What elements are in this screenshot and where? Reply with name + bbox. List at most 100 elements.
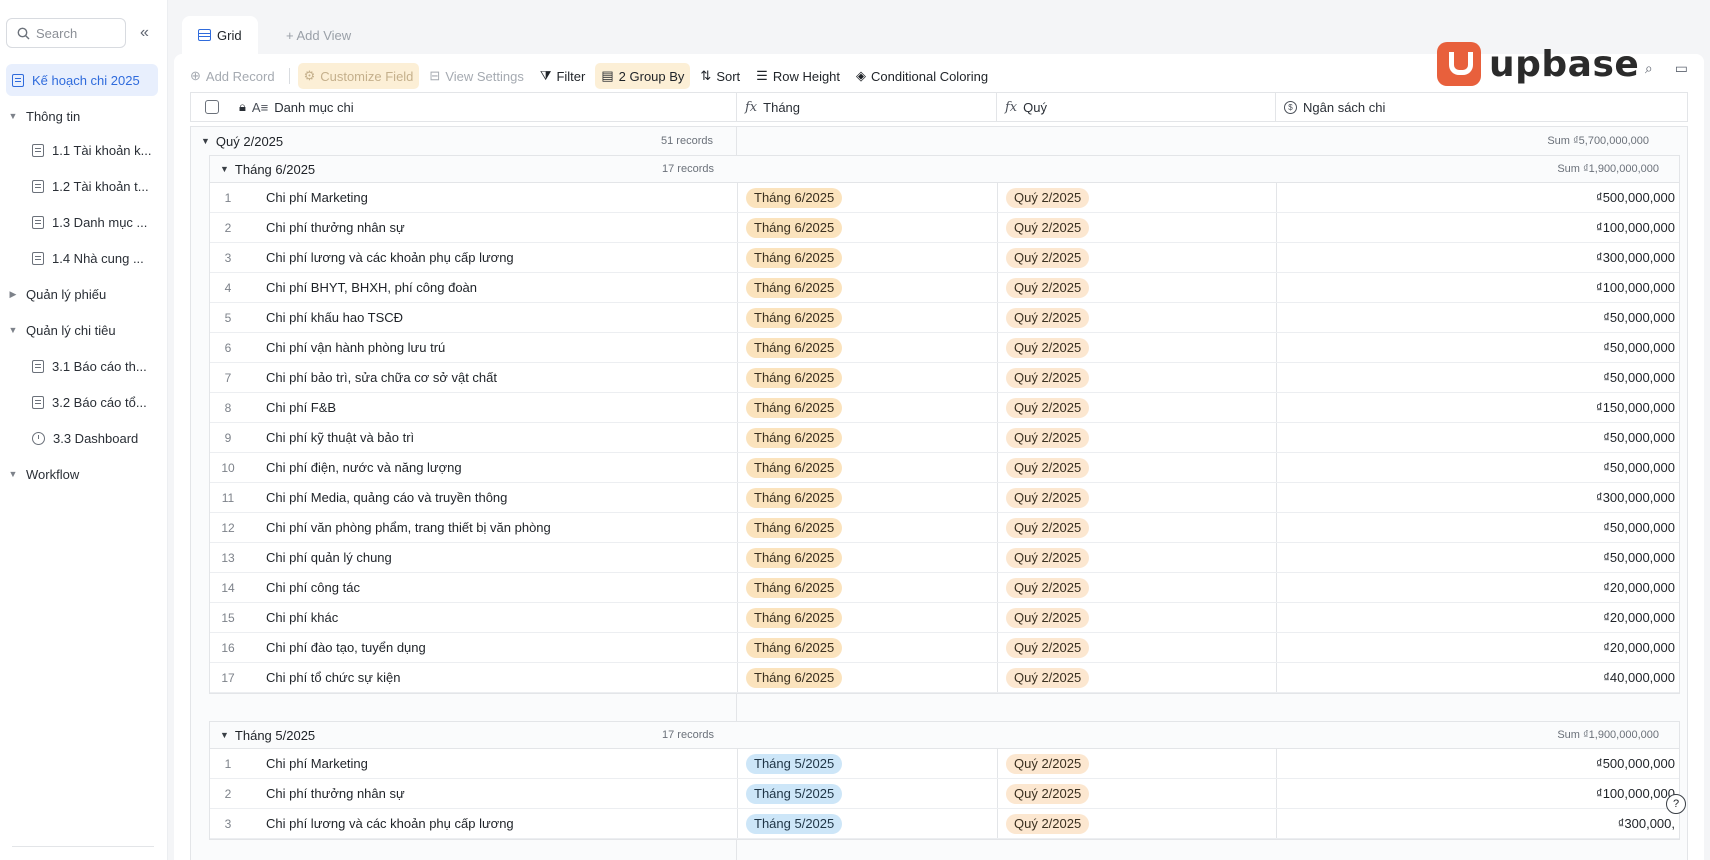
- cell-quy[interactable]: Quý 2/2025: [997, 303, 1276, 332]
- cell-thang[interactable]: Tháng 6/2025: [737, 483, 997, 512]
- cell-danh-muc-chi[interactable]: Chi phí Media, quảng cáo và truyền thông: [266, 483, 736, 512]
- cell-ngan-sach-chi[interactable]: ₫50,000,000: [1276, 513, 1681, 542]
- group-by-button[interactable]: ▤ 2 Group By: [595, 63, 691, 89]
- cell-quy[interactable]: Quý 2/2025: [997, 663, 1276, 692]
- cell-quy[interactable]: Quý 2/2025: [997, 453, 1276, 482]
- table-row[interactable]: 15 Chi phí khác Tháng 6/2025 Quý 2/2025 ₫20,…: [210, 603, 1679, 633]
- table-row[interactable]: 3 Chi phí lương và các khoản phụ cấp lươn…: [210, 243, 1679, 273]
- add-record-button[interactable]: ⊕ Add Record: [184, 63, 281, 89]
- caret-down-icon[interactable]: ▼: [201, 136, 210, 146]
- table-row[interactable]: 11 Chi phí Media, quảng cáo và truyền thô…: [210, 483, 1679, 513]
- cell-ngan-sach-chi[interactable]: ₫50,000,000: [1276, 453, 1681, 482]
- help-button[interactable]: ?: [1666, 794, 1686, 814]
- subgroup-header[interactable]: ▼ Tháng 6/2025 17 records Sum ₫1,900,000…: [210, 156, 1679, 183]
- cell-danh-muc-chi[interactable]: Chi phí khấu hao TSCĐ: [266, 303, 736, 332]
- cell-danh-muc-chi[interactable]: Chi phí lương và các khoản phụ cấp lương: [266, 809, 736, 838]
- sidebar-item-quan-ly-phieu[interactable]: ▶ Quản lý phiếu: [6, 278, 158, 310]
- cell-thang[interactable]: Tháng 5/2025: [737, 749, 997, 778]
- cell-danh-muc-chi[interactable]: Chi phí văn phòng phẩm, trang thiết bị v…: [266, 513, 736, 542]
- sort-button[interactable]: ⇅ Sort: [694, 63, 746, 89]
- cell-danh-muc-chi[interactable]: Chi phí F&B: [266, 393, 736, 422]
- cell-ngan-sach-chi[interactable]: ₫100,000,000: [1276, 779, 1681, 808]
- cell-quy[interactable]: Quý 2/2025: [997, 243, 1276, 272]
- table-row[interactable]: 17 Chi phí tổ chức sự kiện Tháng 6/2025 Quý…: [210, 663, 1679, 693]
- cell-ngan-sach-chi[interactable]: ₫300,000,000: [1276, 483, 1681, 512]
- add-view-button[interactable]: + Add View: [286, 16, 351, 54]
- row-height-button[interactable]: ☰ Row Height: [750, 63, 846, 89]
- cell-ngan-sach-chi[interactable]: ₫500,000,000: [1276, 749, 1681, 778]
- column-header-ngan-sach-chi[interactable]: $ Ngân sách chi: [1276, 93, 1687, 121]
- cell-thang[interactable]: Tháng 6/2025: [737, 243, 997, 272]
- cell-quy[interactable]: Quý 2/2025: [997, 483, 1276, 512]
- cell-danh-muc-chi[interactable]: Chi phí kỹ thuật và bảo trì: [266, 423, 736, 452]
- cell-danh-muc-chi[interactable]: Chi phí tổ chức sự kiện: [266, 663, 736, 692]
- cell-danh-muc-chi[interactable]: Chi phí BHYT, BHXH, phí công đoàn: [266, 273, 736, 302]
- search-records-icon[interactable]: ⌕: [1645, 60, 1653, 77]
- cell-quy[interactable]: Quý 2/2025: [997, 809, 1276, 838]
- cell-ngan-sach-chi[interactable]: ₫20,000,000: [1276, 573, 1681, 602]
- group-header[interactable]: ▼ Quý 2/2025 51 records Sum ₫5,700,000,0…: [191, 127, 1687, 155]
- cell-thang[interactable]: Tháng 6/2025: [737, 603, 997, 632]
- cell-ngan-sach-chi[interactable]: ₫300,000,: [1276, 809, 1681, 838]
- cell-thang[interactable]: Tháng 6/2025: [737, 363, 997, 392]
- table-row[interactable]: 5 Chi phí khấu hao TSCĐ Tháng 6/2025 Quý 2/…: [210, 303, 1679, 333]
- cell-ngan-sach-chi[interactable]: ₫500,000,000: [1276, 183, 1681, 212]
- cell-thang[interactable]: Tháng 6/2025: [737, 633, 997, 662]
- cell-thang[interactable]: Tháng 6/2025: [737, 393, 997, 422]
- cell-ngan-sach-chi[interactable]: ₫50,000,000: [1276, 363, 1681, 392]
- cell-quy[interactable]: Quý 2/2025: [997, 423, 1276, 452]
- customize-field-button[interactable]: ⚙ Customize Field: [297, 63, 420, 89]
- cell-quy[interactable]: Quý 2/2025: [997, 273, 1276, 302]
- view-settings-button[interactable]: ⊟ View Settings: [423, 63, 529, 89]
- cell-thang[interactable]: Tháng 6/2025: [737, 663, 997, 692]
- table-row[interactable]: 8 Chi phí F&B Tháng 6/2025 Quý 2/2025 ₫150,0…: [210, 393, 1679, 423]
- cell-thang[interactable]: Tháng 6/2025: [737, 453, 997, 482]
- cell-thang[interactable]: Tháng 6/2025: [737, 183, 997, 212]
- cell-danh-muc-chi[interactable]: Chi phí bảo trì, sửa chữa cơ sở vật chất: [266, 363, 736, 392]
- cell-danh-muc-chi[interactable]: Chi phí khác: [266, 603, 736, 632]
- cell-quy[interactable]: Quý 2/2025: [997, 363, 1276, 392]
- sidebar-item-quan-ly-chi-tieu[interactable]: ▼ Quản lý chi tiêu: [6, 314, 158, 346]
- cell-quy[interactable]: Quý 2/2025: [997, 513, 1276, 542]
- cell-quy[interactable]: Quý 2/2025: [997, 779, 1276, 808]
- sidebar-item-nha-cung[interactable]: 1.4 Nhà cung ...: [6, 242, 158, 274]
- table-row[interactable]: 13 Chi phí quản lý chung Tháng 6/2025 Quý 2…: [210, 543, 1679, 573]
- cell-ngan-sach-chi[interactable]: ₫20,000,000: [1276, 633, 1681, 662]
- sidebar-item-workflow[interactable]: ▼ Workflow: [6, 458, 158, 490]
- cell-thang[interactable]: Tháng 5/2025: [737, 809, 997, 838]
- table-row[interactable]: 14 Chi phí công tác Tháng 6/2025 Quý 2/2025…: [210, 573, 1679, 603]
- cell-quy[interactable]: Quý 2/2025: [997, 333, 1276, 362]
- double-chevron-left-icon[interactable]: «: [140, 24, 149, 42]
- cell-danh-muc-chi[interactable]: Chi phí Marketing: [266, 183, 736, 212]
- cell-danh-muc-chi[interactable]: Chi phí Marketing: [266, 749, 736, 778]
- table-row[interactable]: 7 Chi phí bảo trì, sửa chữa cơ sở vật chấ…: [210, 363, 1679, 393]
- cell-thang[interactable]: Tháng 6/2025: [737, 543, 997, 572]
- cell-ngan-sach-chi[interactable]: ₫50,000,000: [1276, 543, 1681, 572]
- cell-ngan-sach-chi[interactable]: ₫50,000,000: [1276, 423, 1681, 452]
- sidebar-item-tai-khoan-t[interactable]: 1.2 Tài khoản t...: [6, 170, 158, 202]
- tab-grid[interactable]: Grid: [182, 16, 258, 54]
- cell-thang[interactable]: Tháng 5/2025: [737, 779, 997, 808]
- comment-icon[interactable]: ▭: [1675, 60, 1688, 77]
- cell-danh-muc-chi[interactable]: Chi phí thưởng nhân sự: [266, 779, 736, 808]
- cell-thang[interactable]: Tháng 6/2025: [737, 423, 997, 452]
- cell-quy[interactable]: Quý 2/2025: [997, 573, 1276, 602]
- cell-ngan-sach-chi[interactable]: ₫100,000,000: [1276, 273, 1681, 302]
- sidebar-item-danh-muc[interactable]: 1.3 Danh mục ...: [6, 206, 158, 238]
- sidebar-item-ke-hoach-chi-2025[interactable]: Kế hoạch chi 2025: [6, 64, 158, 96]
- table-row[interactable]: 4 Chi phí BHYT, BHXH, phí công đoàn Tháng …: [210, 273, 1679, 303]
- cell-ngan-sach-chi[interactable]: ₫50,000,000: [1276, 303, 1681, 332]
- cell-quy[interactable]: Quý 2/2025: [997, 633, 1276, 662]
- column-header-thang[interactable]: fx Tháng: [737, 93, 997, 121]
- table-row[interactable]: 16 Chi phí đào tạo, tuyển dụng Tháng 6/202…: [210, 633, 1679, 663]
- table-row[interactable]: 10 Chi phí điện, nước và năng lượng Tháng …: [210, 453, 1679, 483]
- cell-ngan-sach-chi[interactable]: ₫150,000,000: [1276, 393, 1681, 422]
- cell-ngan-sach-chi[interactable]: ₫40,000,000: [1276, 663, 1681, 692]
- sidebar-item-dashboard[interactable]: 3.3 Dashboard: [6, 422, 158, 454]
- cell-quy[interactable]: Quý 2/2025: [997, 749, 1276, 778]
- cell-danh-muc-chi[interactable]: Chi phí đào tạo, tuyển dụng: [266, 633, 736, 662]
- cell-danh-muc-chi[interactable]: Chi phí quản lý chung: [266, 543, 736, 572]
- table-row[interactable]: 1 Chi phí Marketing Tháng 5/2025 Quý 2/2025…: [210, 749, 1679, 779]
- cell-danh-muc-chi[interactable]: Chi phí công tác: [266, 573, 736, 602]
- caret-down-icon[interactable]: ▼: [220, 730, 229, 740]
